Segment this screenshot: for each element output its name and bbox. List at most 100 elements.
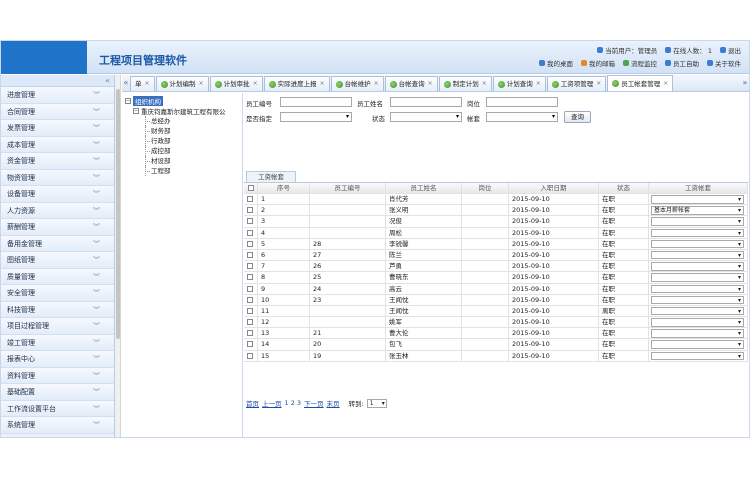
chevron-down-icon[interactable]: ︾ (93, 120, 100, 136)
sidebar-item[interactable]: 安全管理 ︾ (1, 285, 114, 302)
row-checkbox-cell[interactable] (244, 272, 258, 283)
sidebar-scrollbar[interactable] (115, 75, 121, 437)
assigned-select[interactable] (280, 112, 352, 122)
tree-department[interactable]: 总经办 (125, 116, 242, 126)
my-mailbox-link[interactable]: 我的邮箱 (581, 58, 615, 68)
table-row[interactable]: 1 肖代芳 2015-09-10 在职 (244, 194, 748, 206)
row-checkbox-cell[interactable] (244, 283, 258, 294)
close-icon[interactable]: × (374, 77, 379, 91)
sidebar-item[interactable]: 设备管理 ︾ (1, 186, 114, 203)
sidebar-item[interactable]: 竣工管理 ︾ (1, 334, 114, 351)
table-row[interactable]: 6 27 陈兰 2015-09-10 在职 (244, 249, 748, 262)
emp-name-input[interactable] (390, 97, 462, 107)
salary-account-select[interactable] (651, 262, 744, 271)
checkbox[interactable] (247, 229, 253, 236)
salary-account-select[interactable] (651, 195, 744, 204)
checkbox[interactable] (247, 263, 253, 270)
emp-no-input[interactable] (280, 97, 352, 107)
scrollbar-thumb[interactable] (116, 89, 120, 339)
checkbox[interactable] (247, 218, 253, 225)
row-checkbox-cell[interactable] (244, 249, 258, 261)
tree-root[interactable]: − 组织机构 (125, 96, 242, 106)
salary-account-select[interactable] (651, 239, 744, 249)
checkbox[interactable] (247, 196, 253, 202)
table-row[interactable]: 9 24 高云 2015-09-10 在职 (244, 283, 748, 295)
checkbox[interactable] (247, 274, 253, 281)
table-row[interactable]: 15 19 张玉林 2015-09-10 在职 (244, 350, 748, 362)
status-select[interactable] (390, 112, 462, 122)
pager-first[interactable]: 首页 (246, 398, 259, 408)
sidebar-item[interactable]: 质量管理 ︾ (1, 268, 114, 285)
row-checkbox-cell[interactable] (244, 194, 258, 205)
salary-account-select[interactable] (651, 284, 744, 293)
row-checkbox-cell[interactable] (244, 328, 258, 339)
chevron-down-icon[interactable]: ︾ (93, 236, 100, 252)
tab[interactable]: 工资项管理 × (546, 76, 607, 91)
chevron-down-icon[interactable]: ︾ (93, 87, 100, 103)
tab[interactable]: 台帐维护 × (330, 76, 384, 91)
salary-account-select[interactable] (651, 318, 744, 327)
row-checkbox-cell[interactable] (244, 205, 258, 216)
account-select[interactable] (486, 112, 558, 122)
close-icon[interactable]: × (596, 77, 601, 91)
tab-scroll-right-button[interactable]: » (741, 75, 749, 91)
tab[interactable]: 员工帐套管理 × (607, 75, 674, 91)
position-input[interactable] (486, 97, 558, 107)
salary-account-select[interactable] (651, 250, 744, 260)
chevron-down-icon[interactable]: ︾ (93, 153, 100, 169)
row-checkbox-cell[interactable] (244, 216, 258, 227)
table-row[interactable]: 2 张义明 2015-09-10 在职 基本月薪帐套 (244, 205, 748, 217)
chevron-down-icon[interactable]: ︾ (93, 269, 100, 285)
sidebar-item[interactable]: 人力资源 ︾ (1, 202, 114, 219)
about-software-link[interactable]: 关于软件 (707, 58, 741, 68)
pager-last[interactable]: 末页 (327, 398, 340, 408)
salary-account-select[interactable] (651, 228, 744, 238)
close-icon[interactable]: × (199, 77, 204, 91)
chevron-down-icon[interactable]: ︾ (93, 170, 100, 186)
tab[interactable]: 计划编制 × (155, 76, 209, 91)
salary-account-select[interactable]: 基本月薪帐套 (651, 206, 744, 215)
tree-department[interactable]: 行政部 (125, 136, 242, 146)
salary-account-select[interactable] (651, 217, 744, 226)
logout-link[interactable]: 退出 (720, 45, 741, 55)
close-icon[interactable]: × (320, 77, 325, 91)
sidebar-item[interactable]: 物资管理 ︾ (1, 169, 114, 186)
close-icon[interactable]: × (536, 77, 541, 91)
pager-pages[interactable]: 1 2 3 (285, 399, 302, 407)
salary-account-select[interactable] (651, 329, 744, 338)
close-icon[interactable]: × (253, 77, 258, 91)
sidebar-collapse-button[interactable]: « (1, 75, 114, 87)
sidebar-item[interactable]: 薪酬管理 ︾ (1, 219, 114, 236)
close-icon[interactable]: × (482, 77, 487, 91)
tree-department[interactable]: 成控部 (125, 146, 242, 156)
row-checkbox-cell[interactable] (244, 339, 258, 350)
checkbox[interactable] (247, 352, 253, 359)
tab[interactable]: 计划审批 × (209, 76, 263, 91)
checkbox[interactable] (247, 240, 253, 247)
chevron-down-icon[interactable]: ︾ (93, 137, 100, 153)
sidebar-item[interactable]: 资料管理 ︾ (1, 367, 114, 384)
tab[interactable]: 计划查询 × (492, 76, 546, 91)
checkbox[interactable] (247, 296, 253, 303)
row-checkbox-cell[interactable] (244, 294, 258, 305)
tree-department[interactable]: 工程部 (125, 166, 242, 176)
table-row[interactable]: 4 周松 2015-09-10 在职 (244, 227, 748, 239)
tab[interactable]: 台帐查询 × (384, 76, 438, 91)
sidebar-item[interactable]: 报表中心 ︾ (1, 351, 114, 368)
tab[interactable]: 实际进度上报 × (263, 76, 330, 91)
tree-root-label[interactable]: 组织机构 (133, 96, 163, 106)
salary-account-select[interactable] (651, 273, 744, 282)
chevron-down-icon[interactable]: ︾ (93, 401, 100, 417)
chevron-down-icon[interactable]: ︾ (93, 252, 100, 268)
chevron-down-icon[interactable]: ︾ (93, 368, 100, 384)
collapse-icon[interactable]: − (125, 98, 131, 104)
my-desktop-link[interactable]: 我的桌面 (539, 58, 573, 68)
chevron-down-icon[interactable]: ︾ (93, 417, 100, 433)
sidebar-item[interactable]: 基础配置 ︾ (1, 384, 114, 401)
tab-scroll-left-button[interactable]: « (122, 75, 130, 91)
table-row[interactable]: 5 28 李锐馨 2015-09-10 在职 (244, 238, 748, 250)
chevron-down-icon[interactable]: ︾ (93, 186, 100, 202)
pager-goto-select[interactable]: 1 (366, 398, 387, 408)
sidebar-item[interactable]: 发票管理 ︾ (1, 120, 114, 137)
sidebar-item[interactable]: 系统管理 ︾ (1, 417, 114, 434)
